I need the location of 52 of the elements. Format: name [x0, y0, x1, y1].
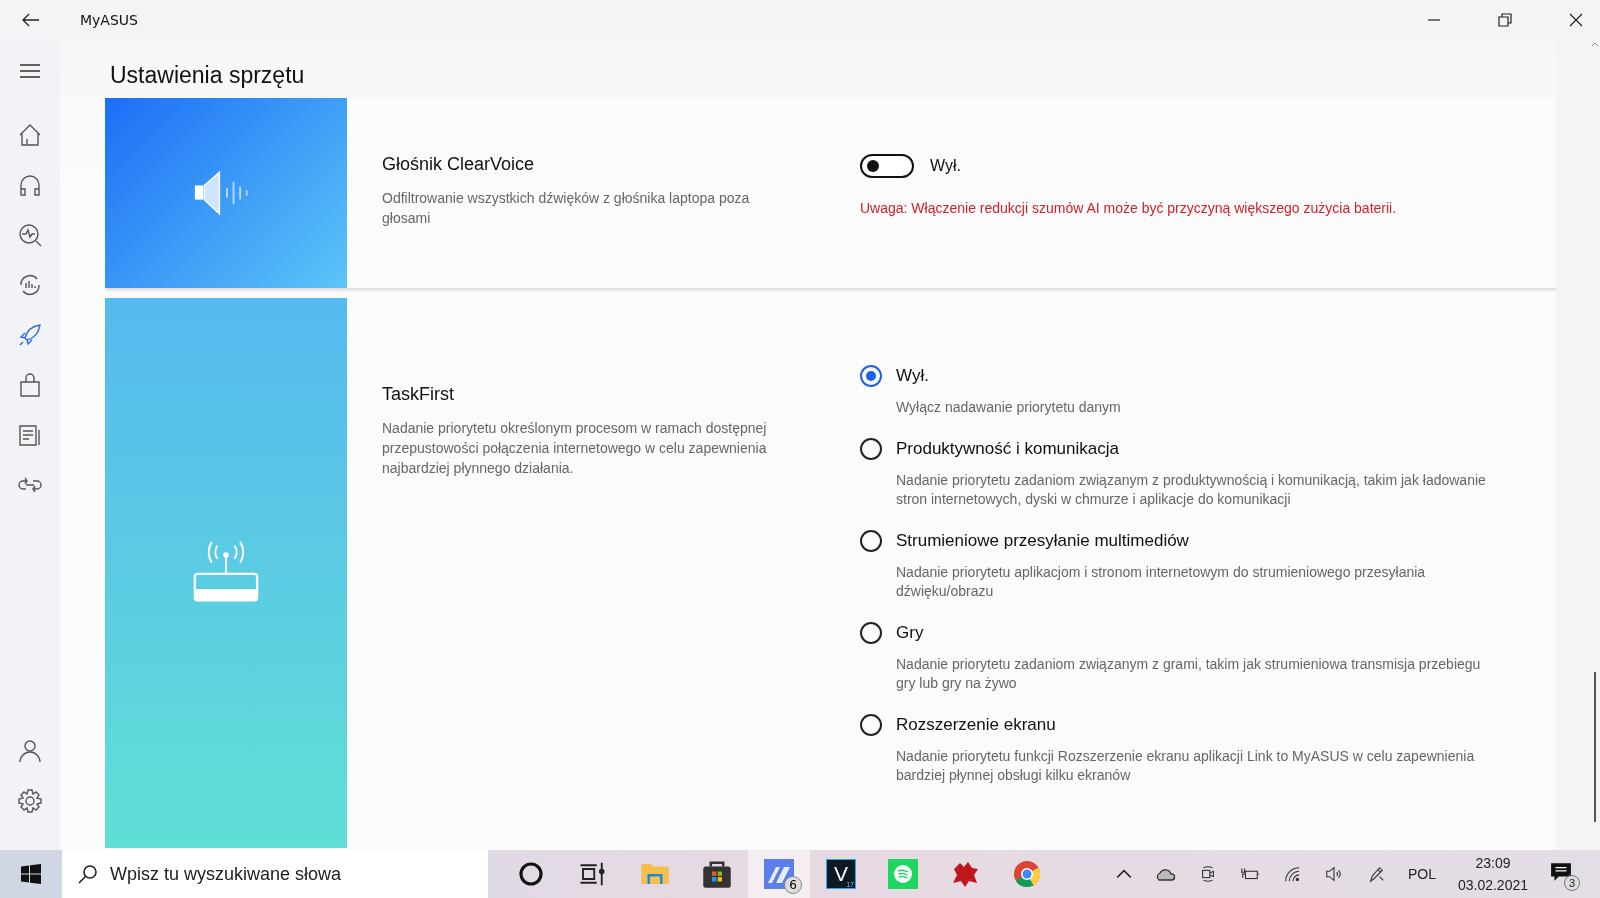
clock-time[interactable]: 23:09 — [1475, 855, 1511, 871]
option-label[interactable]: Wył. — [896, 366, 1121, 386]
radio-button[interactable] — [860, 714, 882, 736]
circle-icon[interactable] — [516, 859, 546, 889]
app-tile-icon[interactable] — [764, 859, 794, 889]
taskbar-search-field[interactable]: Wpisz tu wyszukiwane słowa — [62, 850, 488, 898]
speaker-icon[interactable] — [1323, 865, 1344, 883]
shopping-bag-icon — [17, 372, 43, 398]
page-title: Ustawienia sprzętu — [109, 61, 306, 90]
count-badge: 6 — [784, 876, 802, 894]
pulse-magnifier-icon — [17, 222, 43, 248]
clock-date[interactable]: 03.02.2021 — [1457, 877, 1528, 893]
document-icon — [17, 422, 43, 448]
option-label[interactable]: Produktywność i komunikacja — [896, 439, 1486, 459]
scroll-up-icon[interactable] — [1591, 42, 1599, 47]
toggle-label: Wył. — [930, 157, 961, 175]
toggle-switch[interactable] — [860, 154, 914, 178]
warning-text: Uwaga: Włączenie redukcji szumów AI może być przyczyną większego zużycia baterii. — [860, 200, 1398, 216]
count-badge: 3 — [1564, 875, 1580, 891]
menu-icon[interactable] — [20, 64, 40, 78]
setting-description: Odfiltrowanie wszystkich dźwięków z głośnika laptopa poza głosami — [382, 189, 751, 228]
option-description: Nadanie priorytetu zadaniom związanym z grami, takim jak strumieniowa transmisja przebiegu gry lub gry na żywo — [896, 655, 1482, 693]
back-arrow-icon[interactable] — [22, 13, 40, 27]
option-description: Nadanie priorytetu zadaniom związanym z produktywnością i komunikacją, takim jak ładowanie stron internetowych, dyski w chmurze i aplikacje do komunikacji — [896, 471, 1486, 509]
close-icon[interactable] — [1569, 13, 1583, 27]
setting-title: Głośnik ClearVoice — [382, 154, 536, 175]
settings-icon — [17, 788, 43, 814]
rocket-icon — [17, 322, 43, 348]
option-description: Nadanie priorytetu aplikacjom i stronom internetowym do strumieniowego przesyłania dźwięku/obrazu — [896, 563, 1427, 601]
option-label[interactable]: Strumieniowe przesyłanie multimediów — [896, 531, 1486, 551]
language-indicator[interactable]: POL — [1407, 866, 1436, 882]
window-title: MyASUS — [80, 12, 138, 28]
restore-icon[interactable] — [1498, 13, 1512, 27]
setting-title: TaskFirst — [382, 384, 455, 405]
store-bag-icon[interactable] — [702, 859, 732, 889]
option-label[interactable]: Gry — [896, 623, 1486, 643]
refresh-chart-icon — [17, 272, 43, 298]
browser-icon[interactable] — [1012, 859, 1042, 889]
setting-description: Nadanie priorytetu określonym procesom w ramach dostępnej przepustowości połączenia internetowego w celu zapewnienia najbardziej płynnego działania. — [382, 419, 768, 478]
search-icon — [78, 864, 98, 884]
radio-button[interactable] — [860, 622, 882, 644]
radio-button[interactable] — [860, 530, 882, 552]
option-description: Wyłącz nadawanie priorytetu danym — [896, 398, 1121, 417]
windows-logo-icon[interactable] — [21, 864, 41, 884]
user-icon — [17, 738, 43, 764]
option-description: Nadanie priorytetu funkcji Rozszerzenie ekranu aplikacji Link to MyASUS w celu zapewnienia bardziej płynnej obsługi kilku ekranów — [896, 747, 1476, 785]
radio-button[interactable] — [860, 438, 882, 460]
scrollbar-thumb[interactable] — [1594, 672, 1596, 822]
radio-button[interactable] — [860, 365, 882, 387]
headset-icon — [17, 172, 43, 198]
home-icon — [17, 122, 43, 148]
option-label[interactable]: Rozszerzenie ekranu — [896, 715, 1486, 735]
